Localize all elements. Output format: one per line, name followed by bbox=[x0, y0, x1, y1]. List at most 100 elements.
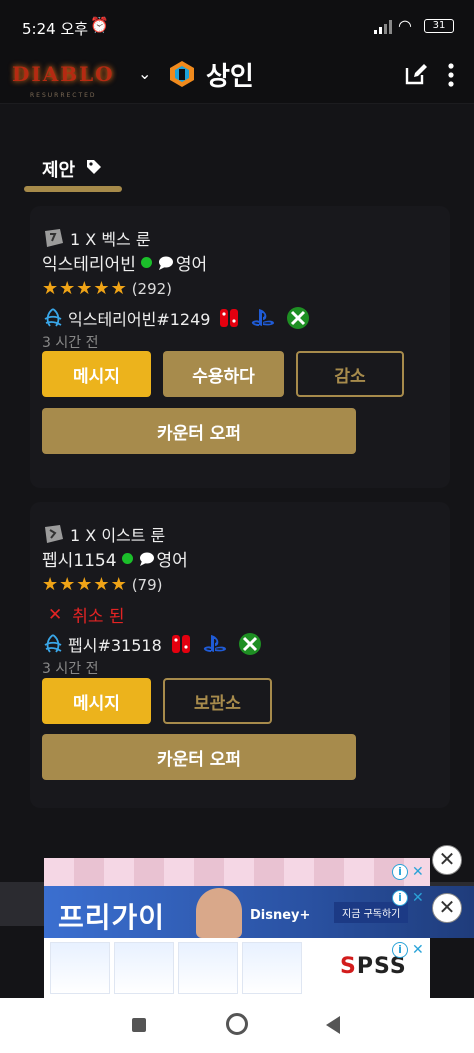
xbox-icon bbox=[287, 307, 310, 329]
accept-button[interactable]: 수용하다 bbox=[163, 351, 284, 397]
playstation-icon bbox=[252, 309, 275, 326]
counter-offer-button[interactable]: 카운터 오퍼 bbox=[42, 734, 356, 780]
rating-row: ★ ★ ★ ★ ★ (292) bbox=[42, 280, 173, 299]
star-icon: ★ bbox=[59, 574, 76, 595]
seller-name[interactable]: 익스테리어빈 bbox=[42, 250, 136, 275]
diablo-logo[interactable]: DIABLO RESURRECTED bbox=[12, 52, 126, 108]
star-rating: ★ ★ ★ ★ ★ bbox=[42, 280, 128, 298]
offer-card: 1 X 벡스 룬 익스테리어빈 영어 ★ ★ ★ ★ ★ (292) 익스테리어빈#12… bbox=[30, 206, 450, 488]
more-menu-icon[interactable] bbox=[444, 62, 458, 88]
battlenet-row: 익스테리어빈#1249 bbox=[42, 306, 320, 330]
status-bar: 5:24 오후 ⏰ ◠ 31 bbox=[0, 0, 474, 48]
chevron-down-icon[interactable]: ⌄ bbox=[138, 64, 151, 83]
time-row: 3 시간 전 bbox=[42, 658, 98, 678]
seller-name[interactable]: 펩시1154 bbox=[42, 546, 117, 571]
battlenet-row: 펩시#31518 bbox=[42, 632, 272, 656]
ad-area: i ✕ 프리가이 Disney+ 지금 구독하기 i ✕ SPSS i ✕ ✕ … bbox=[0, 845, 474, 998]
time-row: 3 시간 전 bbox=[42, 332, 98, 352]
language-label: 영어 bbox=[175, 255, 208, 275]
ad-brand: Disney+ bbox=[250, 908, 311, 923]
edit-icon[interactable] bbox=[404, 62, 428, 86]
tab-offers-label: 제안 bbox=[42, 160, 76, 181]
star-icon: ★ bbox=[110, 574, 127, 595]
offer-card: 1 X 이스트 룬 펩시1154 영어 ★ ★ ★ ★ ★ (79) ✕ 취소 된 펩시… bbox=[30, 502, 450, 808]
offer-item-text: 1 X 벡스 룬 bbox=[70, 230, 151, 249]
recent-apps-icon[interactable] bbox=[132, 1018, 146, 1032]
battlenet-tag: 익스테리어빈#1249 bbox=[68, 310, 211, 329]
battlenet-icon bbox=[44, 308, 62, 327]
star-icon: ★ bbox=[93, 574, 110, 595]
star-icon: ★ bbox=[76, 278, 93, 299]
ad-dismiss-button[interactable]: ✕ bbox=[432, 845, 462, 875]
ad-close-icon[interactable]: ✕ bbox=[412, 942, 424, 958]
ad-pss-logo: SPSS bbox=[340, 954, 407, 979]
logo-subtitle: RESURRECTED bbox=[30, 92, 97, 99]
page-title: 상인 bbox=[206, 62, 254, 92]
seller-row: 펩시1154 영어 bbox=[42, 546, 188, 571]
ad-product-image bbox=[114, 942, 174, 994]
rating-count: (292) bbox=[131, 280, 173, 298]
language-label: 영어 bbox=[156, 551, 188, 571]
star-icon: ★ bbox=[110, 278, 127, 299]
tab-active-indicator bbox=[24, 186, 122, 192]
message-button[interactable]: 메시지 bbox=[42, 678, 151, 724]
xbox-icon bbox=[238, 633, 261, 655]
rune-icon bbox=[45, 525, 63, 543]
archive-button[interactable]: 보관소 bbox=[163, 678, 272, 724]
ad-info-icon[interactable]: i bbox=[392, 942, 408, 958]
offer-item: 1 X 벡스 룬 bbox=[42, 226, 151, 250]
rating-row: ★ ★ ★ ★ ★ (79) bbox=[42, 576, 163, 595]
ad-dismiss-button[interactable]: ✕ bbox=[432, 893, 462, 923]
system-nav-bar bbox=[0, 998, 474, 1053]
seller-row: 익스테리어빈 영어 bbox=[42, 250, 207, 275]
tab-offers[interactable]: 제안 bbox=[24, 150, 122, 194]
star-icon: ★ bbox=[59, 278, 76, 299]
wifi-icon: ◠ bbox=[398, 16, 412, 35]
alarm-icon: ⏰ bbox=[90, 16, 109, 34]
ad-banner-middle[interactable]: 프리가이 Disney+ 지금 구독하기 i ✕ bbox=[44, 886, 474, 938]
decline-button[interactable]: 감소 bbox=[296, 351, 404, 397]
nintendo-switch-icon bbox=[220, 309, 239, 327]
offer-item: 1 X 이스트 룬 bbox=[42, 522, 165, 546]
ad-close-icon[interactable]: ✕ bbox=[412, 890, 424, 906]
battlenet-icon bbox=[44, 634, 62, 653]
ad-product-image bbox=[242, 942, 302, 994]
counter-offer-button[interactable]: 카운터 오퍼 bbox=[42, 408, 356, 454]
message-button[interactable]: 메시지 bbox=[42, 351, 151, 397]
cancelled-status: ✕ 취소 된 bbox=[48, 602, 125, 628]
ad-headline: 프리가이 bbox=[58, 901, 166, 934]
offer-item-text: 1 X 이스트 룬 bbox=[70, 526, 166, 545]
ad-close-icon[interactable]: ✕ bbox=[412, 864, 424, 880]
online-status-icon bbox=[140, 257, 152, 268]
trader-brand-icon bbox=[170, 61, 194, 87]
ad-info-icon[interactable]: i bbox=[392, 864, 408, 880]
ad-product-image bbox=[178, 942, 238, 994]
battlenet-tag: 펩시#31518 bbox=[68, 636, 162, 655]
ad-banner-bottom[interactable]: SPSS i ✕ bbox=[44, 938, 430, 998]
rating-count: (79) bbox=[131, 576, 163, 594]
speech-bubble-icon bbox=[139, 552, 154, 566]
playstation-icon bbox=[203, 635, 226, 652]
tag-icon bbox=[87, 160, 101, 174]
ad-portrait-image bbox=[196, 888, 242, 938]
star-icon: ★ bbox=[42, 278, 59, 299]
back-icon[interactable] bbox=[326, 1016, 340, 1034]
star-icon: ★ bbox=[93, 278, 110, 299]
logo-text: DIABLO bbox=[12, 62, 115, 86]
time-ago: 3 시간 전 bbox=[42, 335, 99, 351]
cancel-x-icon: ✕ bbox=[48, 604, 63, 625]
star-icon: ★ bbox=[42, 574, 59, 595]
star-rating: ★ ★ ★ ★ ★ bbox=[42, 576, 128, 594]
signal-icon bbox=[374, 20, 392, 34]
time-ago: 3 시간 전 bbox=[42, 661, 99, 677]
nintendo-switch-icon bbox=[171, 635, 190, 653]
ad-info-icon[interactable]: i bbox=[392, 890, 408, 906]
cancelled-label: 취소 된 bbox=[72, 607, 125, 627]
ad-pss-logo-mark: S bbox=[340, 954, 357, 979]
status-time: 5:24 오후 bbox=[22, 20, 89, 38]
online-status-icon bbox=[121, 553, 133, 564]
home-icon[interactable] bbox=[226, 1013, 248, 1035]
rune-icon bbox=[45, 229, 63, 247]
app-bar: DIABLO RESURRECTED ⌄ 상인 bbox=[0, 48, 474, 104]
star-icon: ★ bbox=[76, 574, 93, 595]
